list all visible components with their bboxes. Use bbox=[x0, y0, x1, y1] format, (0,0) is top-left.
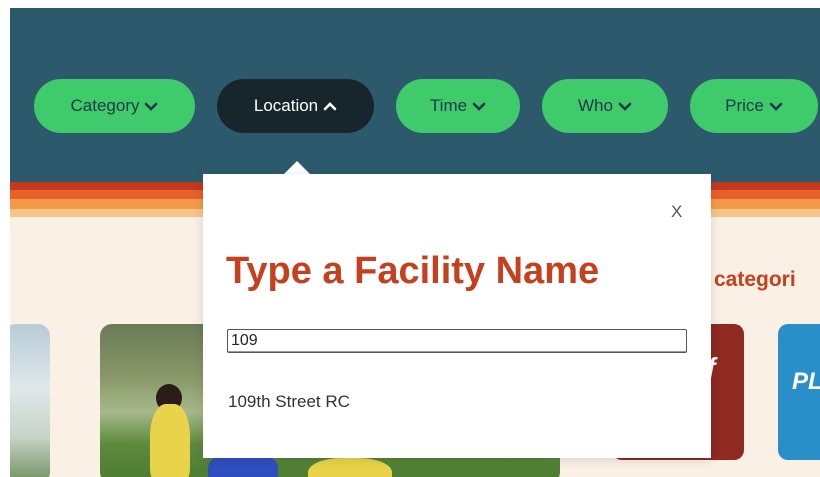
page-frame: Category Location Time Who Price categor… bbox=[10, 8, 820, 477]
filter-time-label: Time bbox=[429, 96, 468, 115]
filter-category-label: Category bbox=[70, 96, 140, 115]
filter-header: Category Location Time Who Price bbox=[10, 8, 820, 186]
location-popover: X Type a Facility Name 109th Street RC bbox=[203, 174, 711, 458]
player-figure bbox=[308, 458, 392, 477]
close-button[interactable]: X bbox=[671, 202, 682, 222]
program-image-building[interactable] bbox=[10, 324, 50, 477]
player-figure bbox=[150, 404, 190, 477]
chevron-down-icon bbox=[769, 102, 783, 111]
tile-graphic: PL bbox=[792, 368, 820, 395]
filter-price-label: Price bbox=[725, 96, 764, 115]
search-result-item[interactable]: 109th Street RC bbox=[228, 392, 350, 412]
chevron-down-icon bbox=[144, 102, 158, 111]
chevron-down-icon bbox=[618, 102, 632, 111]
facility-search-input[interactable] bbox=[227, 329, 687, 353]
categories-heading: categori bbox=[714, 268, 796, 291]
chevron-up-icon bbox=[323, 101, 337, 111]
popover-title: Type a Facility Name bbox=[226, 250, 600, 292]
filter-location-label: Location bbox=[253, 96, 319, 115]
filter-price-button[interactable]: Price bbox=[690, 79, 818, 133]
popover-arrow bbox=[283, 161, 311, 175]
chevron-down-icon bbox=[472, 102, 486, 111]
filter-who-label: Who bbox=[578, 96, 613, 115]
category-tile-blue[interactable]: PL bbox=[778, 324, 820, 460]
filter-who-button[interactable]: Who bbox=[542, 79, 668, 133]
filter-time-button[interactable]: Time bbox=[396, 79, 520, 133]
filter-location-button[interactable]: Location bbox=[217, 79, 374, 133]
filter-category-button[interactable]: Category bbox=[34, 79, 195, 133]
